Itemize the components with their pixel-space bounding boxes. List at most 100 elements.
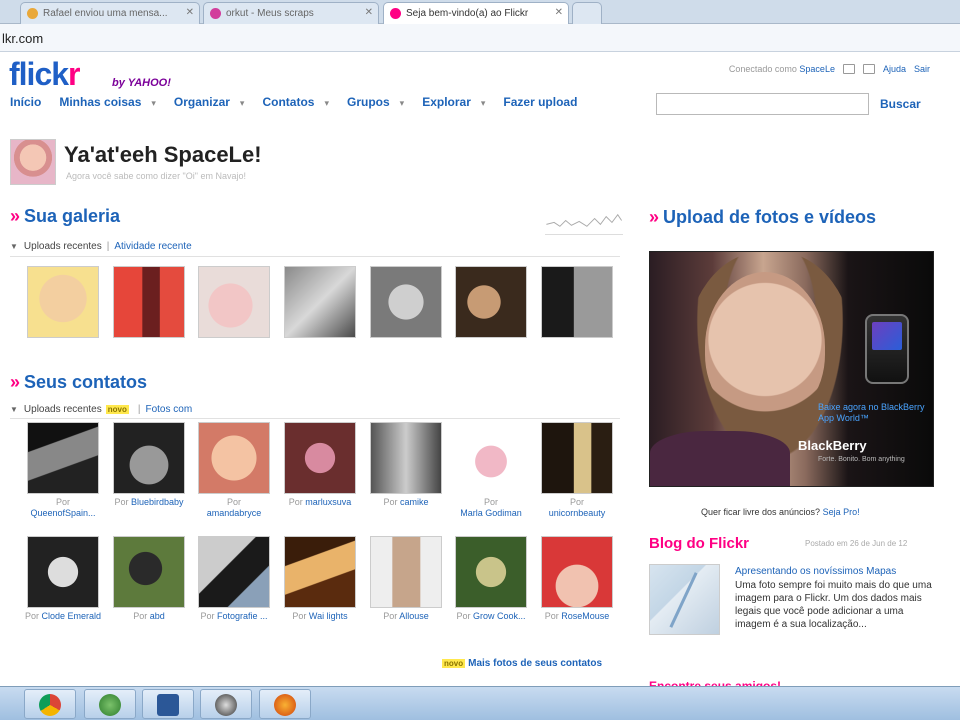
contact-user-link[interactable]: Clode Emerald	[42, 611, 102, 621]
nav-grupos[interactable]: Grupos ▾	[347, 95, 404, 109]
contact-photo[interactable]	[541, 536, 613, 608]
blog-title[interactable]: Blog do Flickr	[649, 535, 749, 552]
gallery-photo[interactable]	[284, 266, 356, 338]
message-favicon-icon	[27, 8, 38, 19]
contact-photo[interactable]	[198, 422, 270, 494]
chevron-down-icon[interactable]: ▾	[151, 98, 156, 108]
contact-photo[interactable]	[284, 536, 356, 608]
contact-user-link[interactable]: Allouse	[399, 611, 429, 621]
contacts-title[interactable]: » Seus contatos	[10, 372, 147, 393]
contact-user-link[interactable]: QueenofSpain...	[30, 508, 95, 518]
account-bar: Conectado como SpaceLe Ajuda Sair	[729, 64, 930, 74]
contact-user-link[interactable]: Bluebirdbaby	[131, 497, 184, 507]
gallery-photo[interactable]	[541, 266, 613, 338]
contact-user-link[interactable]: RoseMouse	[561, 611, 609, 621]
contact-user-link[interactable]: Fotografie ...	[217, 611, 268, 621]
chevron-down-icon[interactable]: ▾	[324, 98, 329, 108]
contact-user-link[interactable]: camike	[400, 497, 429, 507]
search-button[interactable]: Buscar	[880, 97, 921, 111]
search-input[interactable]	[656, 93, 869, 115]
tab-uploads-recentes[interactable]: Uploads recentes	[24, 241, 102, 252]
gallery-photo[interactable]	[370, 266, 442, 338]
blackberry-ad[interactable]: Baixe agora no BlackBerry App World™ Bla…	[649, 251, 934, 487]
collapse-triangle-icon[interactable]: ▼	[10, 405, 18, 414]
nav-organizar[interactable]: Organizar ▾	[174, 95, 245, 109]
contact-user-link[interactable]: abd	[150, 611, 165, 621]
username-link[interactable]: SpaceLe	[799, 64, 835, 74]
nav-explorar[interactable]: Explorar ▾	[422, 95, 485, 109]
url-text[interactable]: lkr.com	[2, 31, 43, 46]
contact-photo[interactable]	[113, 422, 185, 494]
greeting-title: Ya'at'eeh SpaceLe!	[64, 142, 262, 167]
signout-link[interactable]: Sair	[914, 64, 930, 74]
chevron-down-icon[interactable]: ▾	[481, 98, 486, 108]
contact-photo[interactable]	[27, 536, 99, 608]
contact-user-link[interactable]: Wai lights	[309, 611, 348, 621]
contact-user-link[interactable]: Marla Godiman	[460, 508, 522, 518]
help-link[interactable]: Ajuda	[883, 64, 906, 74]
nav-inicio[interactable]: Início	[10, 95, 41, 109]
contact-caption: Por Wai lights	[292, 611, 348, 621]
go-pro-link[interactable]: Seja Pro!	[823, 507, 860, 517]
orkut-favicon-icon	[210, 8, 221, 19]
tab-fotos-com[interactable]: Fotos com	[145, 404, 192, 415]
ad-model-face	[705, 272, 825, 422]
taskbar-media[interactable]	[200, 689, 252, 719]
contact-user-link[interactable]: amandabryce	[207, 508, 262, 518]
close-tab-icon[interactable]: ✕	[555, 7, 563, 18]
notifications-icon[interactable]	[862, 64, 875, 74]
flickr-logo[interactable]: flickr	[9, 58, 81, 90]
gallery-title[interactable]: » Sua galeria	[10, 206, 120, 227]
contact-user-link[interactable]: unicornbeauty	[549, 508, 606, 518]
contact-photo[interactable]	[370, 536, 442, 608]
upload-title[interactable]: » Upload de fotos e vídeos	[649, 207, 876, 228]
divider	[10, 418, 620, 419]
collapse-triangle-icon[interactable]: ▼	[10, 242, 18, 251]
nav-fazer-upload[interactable]: Fazer upload	[503, 95, 577, 109]
gallery-photo[interactable]	[27, 266, 99, 338]
address-bar[interactable]: lkr.com	[0, 24, 960, 52]
new-tab-button[interactable]	[572, 2, 602, 24]
chrome-icon	[39, 694, 61, 716]
contact-photo[interactable]	[198, 536, 270, 608]
gallery-photo[interactable]	[198, 266, 270, 338]
mail-icon[interactable]	[842, 64, 855, 74]
contact-user-link[interactable]: marluxsuva	[305, 497, 351, 507]
network-icon	[99, 694, 121, 716]
taskbar-network[interactable]	[84, 689, 136, 719]
tab-uploads-recentes[interactable]: Uploads recentes	[24, 404, 102, 415]
taskbar-chrome[interactable]	[24, 689, 76, 719]
contact-photo[interactable]	[541, 422, 613, 494]
tab-atividade-recente[interactable]: Atividade recente	[114, 241, 191, 252]
more-contacts-photos-link[interactable]: novo Mais fotos de seus contatos	[442, 658, 602, 669]
blog-post-image[interactable]	[649, 564, 720, 635]
taskbar-firefox[interactable]	[259, 689, 311, 719]
contact-photo[interactable]	[284, 422, 356, 494]
tab-flickr[interactable]: Seja bem-vindo(a) ao Flickr ✕	[383, 2, 569, 24]
ad-model-top	[650, 431, 790, 486]
nav-contatos[interactable]: Contatos ▾	[262, 95, 329, 109]
contact-user-link[interactable]: Grow Cook...	[473, 611, 526, 621]
taskbar-word[interactable]	[142, 689, 194, 719]
close-tab-icon[interactable]: ✕	[186, 7, 194, 18]
gallery-photo[interactable]	[455, 266, 527, 338]
contact-caption: Por camike	[383, 497, 429, 507]
yahoo-byline: by YAHOO!	[112, 77, 171, 89]
blackberry-phone-icon	[865, 314, 909, 384]
avatar[interactable]	[10, 139, 56, 185]
blog-post-body: Uma foto sempre foi muito mais do que um…	[735, 580, 932, 630]
contact-photo[interactable]	[455, 422, 527, 494]
gallery-photo[interactable]	[113, 266, 185, 338]
contact-photo[interactable]	[113, 536, 185, 608]
contact-photo[interactable]	[455, 536, 527, 608]
chevron-down-icon[interactable]: ▾	[400, 98, 405, 108]
chevron-down-icon[interactable]: ▾	[240, 98, 245, 108]
blog-post-link[interactable]: Apresentando os novíssimos Mapas	[735, 566, 896, 577]
tab-rafael[interactable]: Rafael enviou uma mensa... ✕	[20, 2, 200, 24]
contact-caption: Por Bluebirdbaby	[114, 497, 184, 507]
close-tab-icon[interactable]: ✕	[365, 7, 373, 18]
contact-photo[interactable]	[27, 422, 99, 494]
contact-photo[interactable]	[370, 422, 442, 494]
nav-minhas-coisas[interactable]: Minhas coisas ▾	[59, 95, 156, 109]
tab-orkut[interactable]: orkut - Meus scraps ✕	[203, 2, 379, 24]
